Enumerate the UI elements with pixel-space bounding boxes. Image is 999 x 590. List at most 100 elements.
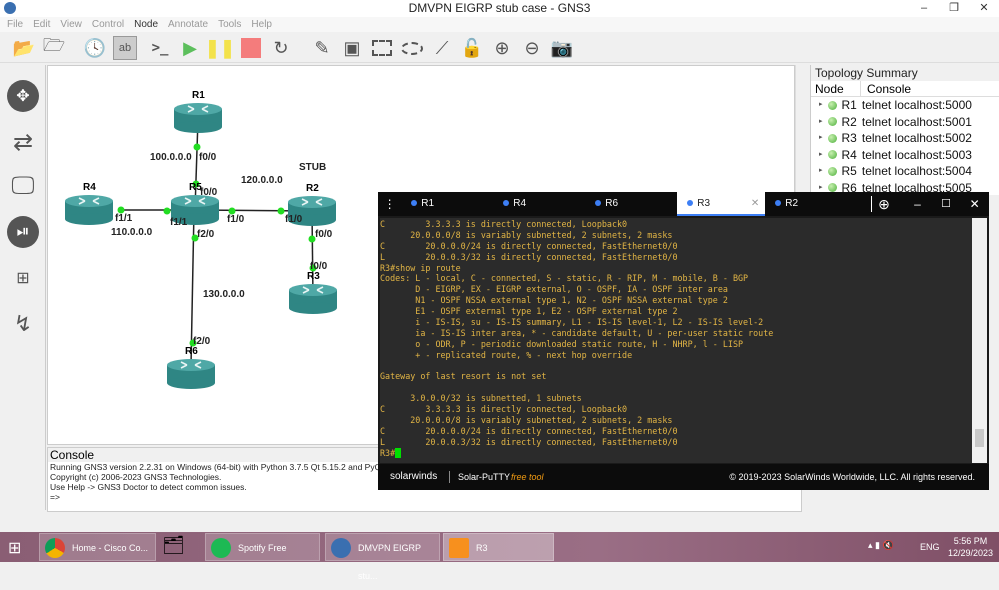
node-name: R4 — [841, 147, 857, 162]
summary-row[interactable]: ▸ R1 telnet localhost:5000 — [811, 97, 999, 114]
menu-node[interactable]: Node — [134, 17, 158, 32]
expand-arrow-icon[interactable]: ▸ — [819, 97, 823, 114]
topology-summary-panel: Topology Summary Node Console ▸ R1 telnet l… — [810, 65, 999, 195]
security-devices-icon[interactable]: ⏯ — [7, 216, 39, 248]
node-console: telnet localhost:5000 — [861, 98, 972, 112]
windows-start-icon[interactable]: ⊞ — [8, 538, 21, 558]
draw-line-icon[interactable]: ⟋ — [430, 36, 454, 60]
menu-file[interactable]: File — [7, 17, 23, 32]
snapshot-icon[interactable]: 🕓 — [83, 36, 107, 60]
terminal-tab-r3[interactable]: R3 ✕ — [677, 192, 766, 216]
zoom-out-icon[interactable]: ⊖ — [520, 36, 544, 60]
summary-row[interactable]: ▸ R2 telnet localhost:5001 — [811, 114, 999, 131]
tray-icons[interactable]: ▴ ▮ 🔇 — [868, 540, 894, 551]
add-note-icon[interactable]: ✎ — [310, 36, 334, 60]
terminal-close-button[interactable]: ✕ — [960, 192, 989, 216]
switches-icon[interactable]: ⇄ — [7, 126, 39, 158]
start-all-icon[interactable]: ▶ — [178, 36, 202, 60]
taskbar-r3[interactable]: R3 — [443, 533, 554, 561]
menu-control[interactable]: Control — [92, 17, 124, 32]
menu-help[interactable]: Help — [251, 17, 272, 32]
col-console[interactable]: Console — [861, 81, 911, 96]
gns3-app-icon — [4, 2, 16, 14]
menu-annotate[interactable]: Annotate — [168, 17, 208, 32]
zoom-in-icon[interactable]: ⊕ — [490, 36, 514, 60]
insert-image-icon[interactable]: ▣ — [340, 36, 364, 60]
node-name: R1 — [841, 98, 857, 112]
menu-view[interactable]: View — [60, 17, 82, 32]
console-line: => — [50, 492, 60, 502]
new-project-icon[interactable]: 📂 — [12, 36, 36, 60]
tab-status-dot — [503, 200, 510, 207]
iface-label: f0/0 — [200, 187, 218, 198]
close-tab-icon[interactable]: ✕ — [751, 192, 759, 216]
routers-icon[interactable]: ✥ — [7, 80, 39, 112]
terminal-line: 20.0.0.0/8 is variably subnetted, 2 subn… — [380, 415, 673, 426]
minimize-button[interactable]: ‒ — [909, 0, 939, 17]
suspend-all-icon[interactable]: ❚❚ — [205, 36, 235, 60]
node-name: R2 — [841, 114, 857, 129]
console-all-icon[interactable]: >_ — [148, 36, 172, 60]
expand-arrow-icon[interactable]: ▸ — [819, 114, 823, 131]
terminal-tab-r4[interactable]: R4 — [493, 192, 585, 216]
terminal-minimize-button[interactable]: – — [903, 192, 932, 216]
taskbar-gns3[interactable]: DMVPN EIGRP stu... — [325, 533, 440, 581]
terminal-line: i - IS-IS, su - IS-IS summary, L1 - IS-I… — [380, 317, 764, 328]
expand-arrow-icon[interactable]: ▸ — [819, 130, 823, 147]
draw-ellipse-icon[interactable] — [400, 36, 424, 60]
menu-edit[interactable]: Edit — [33, 17, 50, 32]
language-indicator[interactable]: ENG — [920, 542, 940, 552]
router-r6[interactable]: R6 — [167, 346, 215, 389]
col-node[interactable]: Node — [811, 81, 861, 96]
tab-label: R4 — [513, 198, 527, 209]
router-r3[interactable]: R3 — [289, 271, 337, 314]
restore-button[interactable]: ❐ — [939, 0, 969, 17]
router-r1[interactable]: R1 — [174, 90, 222, 133]
network-label-120: 120.0.0.0 — [241, 175, 283, 186]
terminal-tab-r2[interactable]: R2 — [765, 192, 857, 216]
close-button[interactable]: ✕ — [969, 0, 999, 17]
terminal-output[interactable]: C 3.3.3.3 is directly connected, Loopbac… — [380, 218, 972, 463]
router-r4[interactable]: R4 — [65, 182, 113, 225]
open-project-icon[interactable]: 🗁 — [42, 35, 66, 60]
summary-row[interactable]: ▸ R4 telnet localhost:5003 — [811, 147, 999, 164]
stop-all-icon[interactable] — [239, 36, 263, 60]
taskbar: ⊞ Home - Cisco Co... 🗂 Spotify Free DMVP… — [0, 532, 999, 581]
terminal-tab-r6[interactable]: R6 — [585, 192, 677, 216]
taskbar-file-explorer-icon[interactable]: 🗂 — [162, 535, 190, 559]
all-devices-icon[interactable]: ⊞ — [7, 262, 39, 294]
clock[interactable]: 5:56 PM 12/29/2023 — [948, 535, 993, 559]
terminal-line: N1 - OSPF NSSA external type 1, N2 - OSP… — [380, 295, 728, 306]
expand-arrow-icon[interactable]: ▸ — [819, 163, 823, 180]
taskbar-spotify[interactable]: Spotify Free — [205, 533, 320, 561]
menu-dots-icon[interactable]: ⋮ — [378, 192, 401, 216]
reload-all-icon[interactable]: ↻ — [269, 36, 293, 60]
end-devices-icon[interactable]: 🖵 — [7, 170, 39, 202]
new-tab-icon[interactable]: ⊕ — [878, 192, 903, 216]
port-dot — [163, 207, 171, 215]
iface-label: f1/0 — [227, 214, 245, 225]
divider — [449, 471, 450, 483]
add-link-icon[interactable]: ↯ — [7, 308, 39, 340]
title-bar: DMVPN EIGRP stub case - GNS3 — [0, 0, 999, 17]
terminal-line: o - ODR, P - periodic downloaded static … — [380, 338, 744, 349]
menu-tools[interactable]: Tools — [218, 17, 241, 32]
show-interface-labels-icon[interactable]: ab — [113, 36, 137, 60]
terminal-line: C 20.0.0.0/24 is directly connected, Fas… — [380, 425, 678, 436]
node-name: R5 — [841, 164, 857, 178]
iface-label: f1/1 — [170, 217, 188, 228]
terminal-tab-r1[interactable]: R1 — [401, 192, 493, 216]
summary-row[interactable]: ▸ R3 telnet localhost:5002 — [811, 130, 999, 147]
terminal-scrollbar[interactable] — [972, 218, 987, 463]
summary-row[interactable]: ▸ R5 telnet localhost:5004 — [811, 163, 999, 180]
terminal-line: R3#show ip route — [380, 262, 461, 273]
draw-rectangle-icon[interactable] — [370, 36, 394, 60]
taskbar-chrome[interactable]: Home - Cisco Co... — [39, 533, 156, 561]
expand-arrow-icon[interactable]: ▸ — [819, 147, 823, 164]
product-tag: free tool — [511, 472, 544, 482]
tab-label: R6 — [605, 198, 619, 209]
lock-icon[interactable]: 🔓 — [460, 36, 484, 60]
screenshot-icon[interactable]: 📷 — [550, 36, 574, 60]
terminal-maximize-button[interactable]: ☐ — [932, 192, 961, 216]
